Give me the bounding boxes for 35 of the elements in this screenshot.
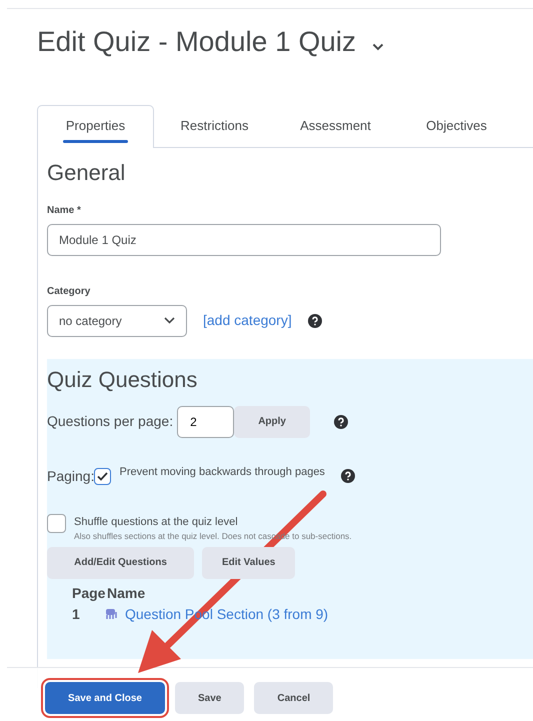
section-heading: General	[47, 158, 126, 186]
page-title: Edit Quiz - Module 1 Quiz	[37, 25, 356, 59]
field-label: Paging:	[47, 466, 94, 486]
tab[interactable]: Restrictions	[154, 105, 275, 148]
chevron-down-icon[interactable]	[372, 43, 384, 51]
help-icon[interactable]	[308, 314, 322, 328]
checkbox[interactable]	[47, 514, 66, 532]
footer-button[interactable]: Cancel	[254, 682, 334, 714]
category-select[interactable]: no category	[47, 304, 187, 336]
apply-button[interactable]: Apply	[234, 406, 310, 438]
field-label: Questions per page:	[47, 412, 174, 431]
column-header: Name	[107, 584, 146, 603]
field-label: Category	[47, 284, 92, 298]
add-category-link[interactable]: [add category]	[203, 310, 292, 331]
section-heading: Quiz Questions	[47, 366, 198, 394]
tab[interactable]: Properties	[37, 105, 154, 148]
question-pool-icon	[105, 608, 119, 620]
questions-per-page-field[interactable]: 2	[177, 406, 234, 438]
table-cell-text: 1	[72, 604, 81, 624]
checkbox-label: Shuffle questions at the quiz level	[74, 514, 239, 530]
checkbox[interactable]	[94, 468, 112, 484]
help-icon[interactable]	[334, 414, 348, 428]
footer-button[interactable]: Save and Close	[45, 682, 165, 714]
action-button[interactable]: Edit Values	[202, 546, 296, 579]
checkbox-label: Prevent moving backwards through pages	[119, 464, 325, 480]
footer-button[interactable]: Save	[175, 682, 244, 714]
help-icon[interactable]	[340, 469, 355, 483]
name-field[interactable]: Module 1 Quiz	[47, 224, 441, 256]
checkmark-icon	[97, 472, 108, 480]
column-header: Page	[72, 584, 106, 603]
field-label: Name *	[47, 204, 82, 218]
chevron-down-icon	[164, 317, 175, 324]
tab[interactable]: Assessment	[275, 105, 396, 148]
tab[interactable]: Objectives	[396, 105, 517, 148]
action-button[interactable]: Add/Edit Questions	[47, 546, 194, 579]
